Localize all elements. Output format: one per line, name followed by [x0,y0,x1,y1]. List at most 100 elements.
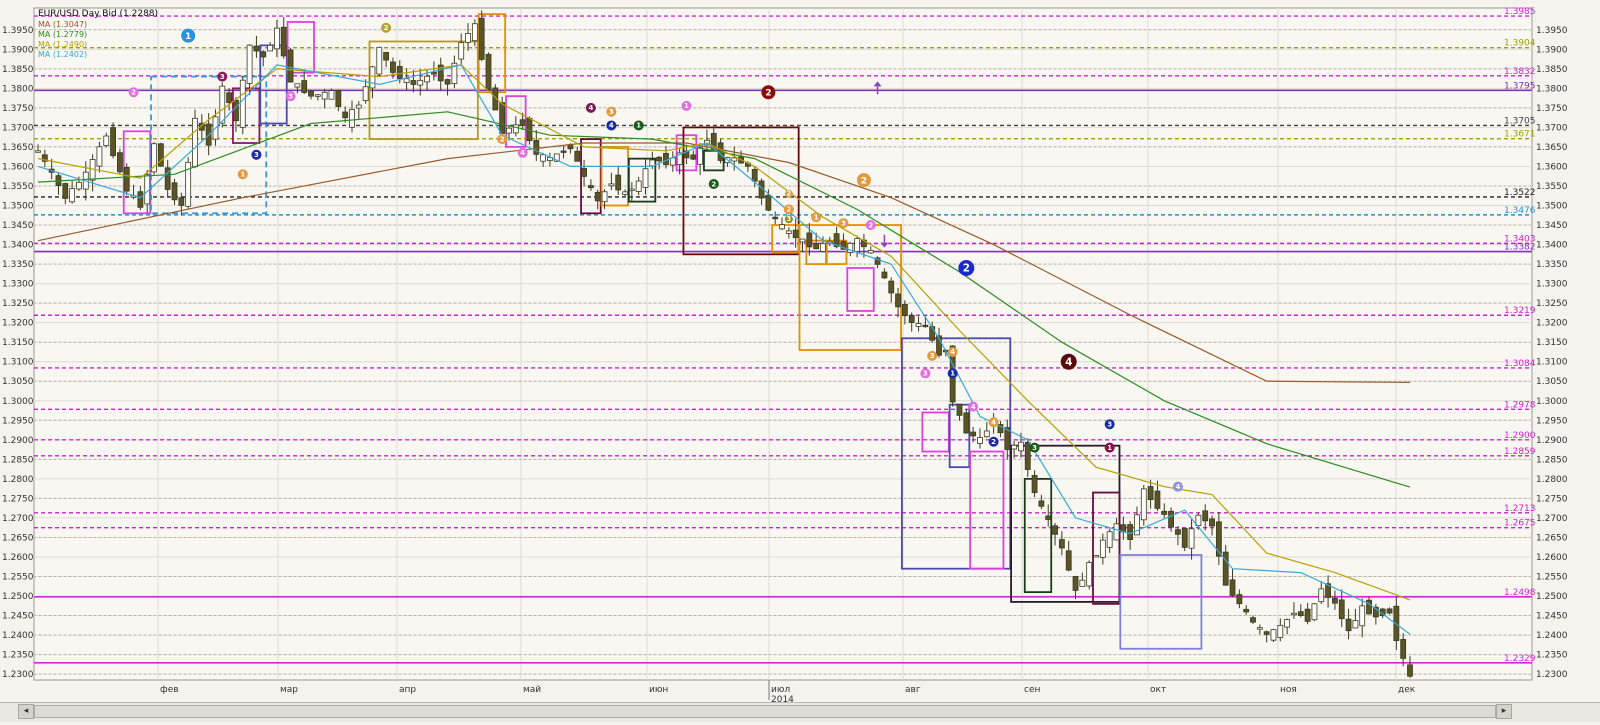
candle-body [246,44,253,84]
candle-body [779,224,785,230]
wave-marker-label: 3 [288,92,293,100]
candle-body [1072,575,1079,591]
wave-marker-label: 1 [1107,444,1112,452]
wave-marker-label: 2 [711,180,716,188]
candle-body [970,431,977,437]
candle-body [1175,529,1181,535]
wave-marker-label: 2 [861,176,867,186]
wave-marker-label: 4 [520,149,525,157]
wave-marker-label: 4 [609,122,614,130]
level-label: 1.2498 [1504,588,1536,598]
candle-body [799,238,806,243]
y-tick-label-left: 1.3600 [2,162,34,172]
candle-body [1147,486,1154,501]
candle-body [622,191,628,195]
candle-body [540,154,547,162]
candle-body [615,174,622,191]
candle-body [410,80,417,85]
candle-body [471,23,478,42]
candle-body [1099,539,1106,558]
candle-body [1024,441,1031,470]
y-tick-label-right: 1.3400 [1536,241,1568,251]
candle-body [321,91,328,100]
candle-body [376,46,383,75]
candle-body [1270,629,1277,641]
horizontal-scrollbar[interactable] [34,705,1496,718]
y-tick-label-left: 1.2700 [2,514,34,524]
y-tick-label-right: 1.3850 [1536,65,1568,75]
candle-body [390,61,396,73]
candle-body [1236,594,1243,605]
candle-body [785,230,792,234]
candle-body [1058,539,1065,549]
y-tick-label-right: 1.3150 [1536,338,1568,348]
y-tick-label-left: 1.3800 [2,84,34,94]
candle-body [663,152,669,166]
candle-body [178,197,185,206]
candle-body [1161,510,1168,515]
candle-body [267,44,273,52]
level-label: 1.3795 [1504,81,1536,91]
candle-body [1113,523,1120,541]
level-label: 1.3476 [1504,206,1536,216]
candle-body [594,191,601,202]
candle-body [1263,631,1270,635]
y-tick-label-left: 1.3200 [2,319,34,329]
candle-body [1345,618,1352,632]
candle-body [35,150,41,153]
level-label: 1.3522 [1504,188,1536,198]
candle-body [649,159,656,167]
candle-body [383,51,390,61]
y-tick-label-right: 1.3800 [1536,84,1568,94]
candle-body [574,150,581,162]
y-tick-label-left: 1.3100 [2,358,34,368]
y-tick-label-right: 1.2600 [1536,553,1568,563]
candle-body [417,79,424,86]
wave-marker-label: 3 [923,370,928,378]
x-month-label: апр [399,685,416,695]
candle-body [608,183,615,187]
wave-marker-label: 2 [786,190,791,198]
price-chart[interactable]: 1.3950 1.39501.3900 1.39001.3850 1.38501.38… [0,0,1600,721]
candle-body [1386,608,1393,614]
y-tick-label-left: 1.2900 [2,436,34,446]
candle-body [888,280,895,294]
candle-body [1352,620,1359,629]
y-tick-label-left: 1.2300 [2,670,34,680]
candle-body [1222,551,1229,586]
candle-body [219,85,226,124]
candle-body [1338,599,1345,620]
level-label: 1.2329 [1504,654,1536,664]
y-tick-label-left: 1.3850 [2,65,34,75]
level-label: 1.2675 [1504,519,1536,529]
y-tick-label-left: 1.2350 [2,651,34,661]
candle-body [335,89,342,107]
candle-body [62,183,69,199]
y-tick-label-left: 1.3400 [2,241,34,251]
level-label: 1.3382 [1504,243,1536,253]
legend-entry: MA (1.2402) [38,50,87,59]
candle-body [765,194,772,211]
candle-body [587,185,594,189]
scroll-left-button[interactable]: ◂ [18,704,34,719]
y-tick-label-left: 1.2400 [2,631,34,641]
level-label: 1.3671 [1504,130,1536,140]
y-tick-label-right: 1.2300 [1536,670,1568,680]
scroll-right-button[interactable]: ▸ [1496,704,1512,719]
y-tick-label-left: 1.3500 [2,202,34,212]
candle-body [260,51,267,58]
candle-body [1093,555,1099,558]
y-tick-label-right: 1.2400 [1536,631,1568,641]
candle-body [526,117,533,142]
y-tick-label-right: 1.3600 [1536,162,1568,172]
wave-marker-label: 4 [1065,356,1072,368]
y-tick-label-right: 1.3250 [1536,299,1568,309]
candle-body [1202,510,1209,522]
wave-marker-label: 2 [786,206,791,214]
candle-body [110,127,116,157]
candle-body [458,42,465,60]
candle-body [328,90,335,100]
candle-body [690,154,697,160]
candle-body [1250,617,1256,623]
y-tick-label-left: 1.3750 [2,104,34,114]
